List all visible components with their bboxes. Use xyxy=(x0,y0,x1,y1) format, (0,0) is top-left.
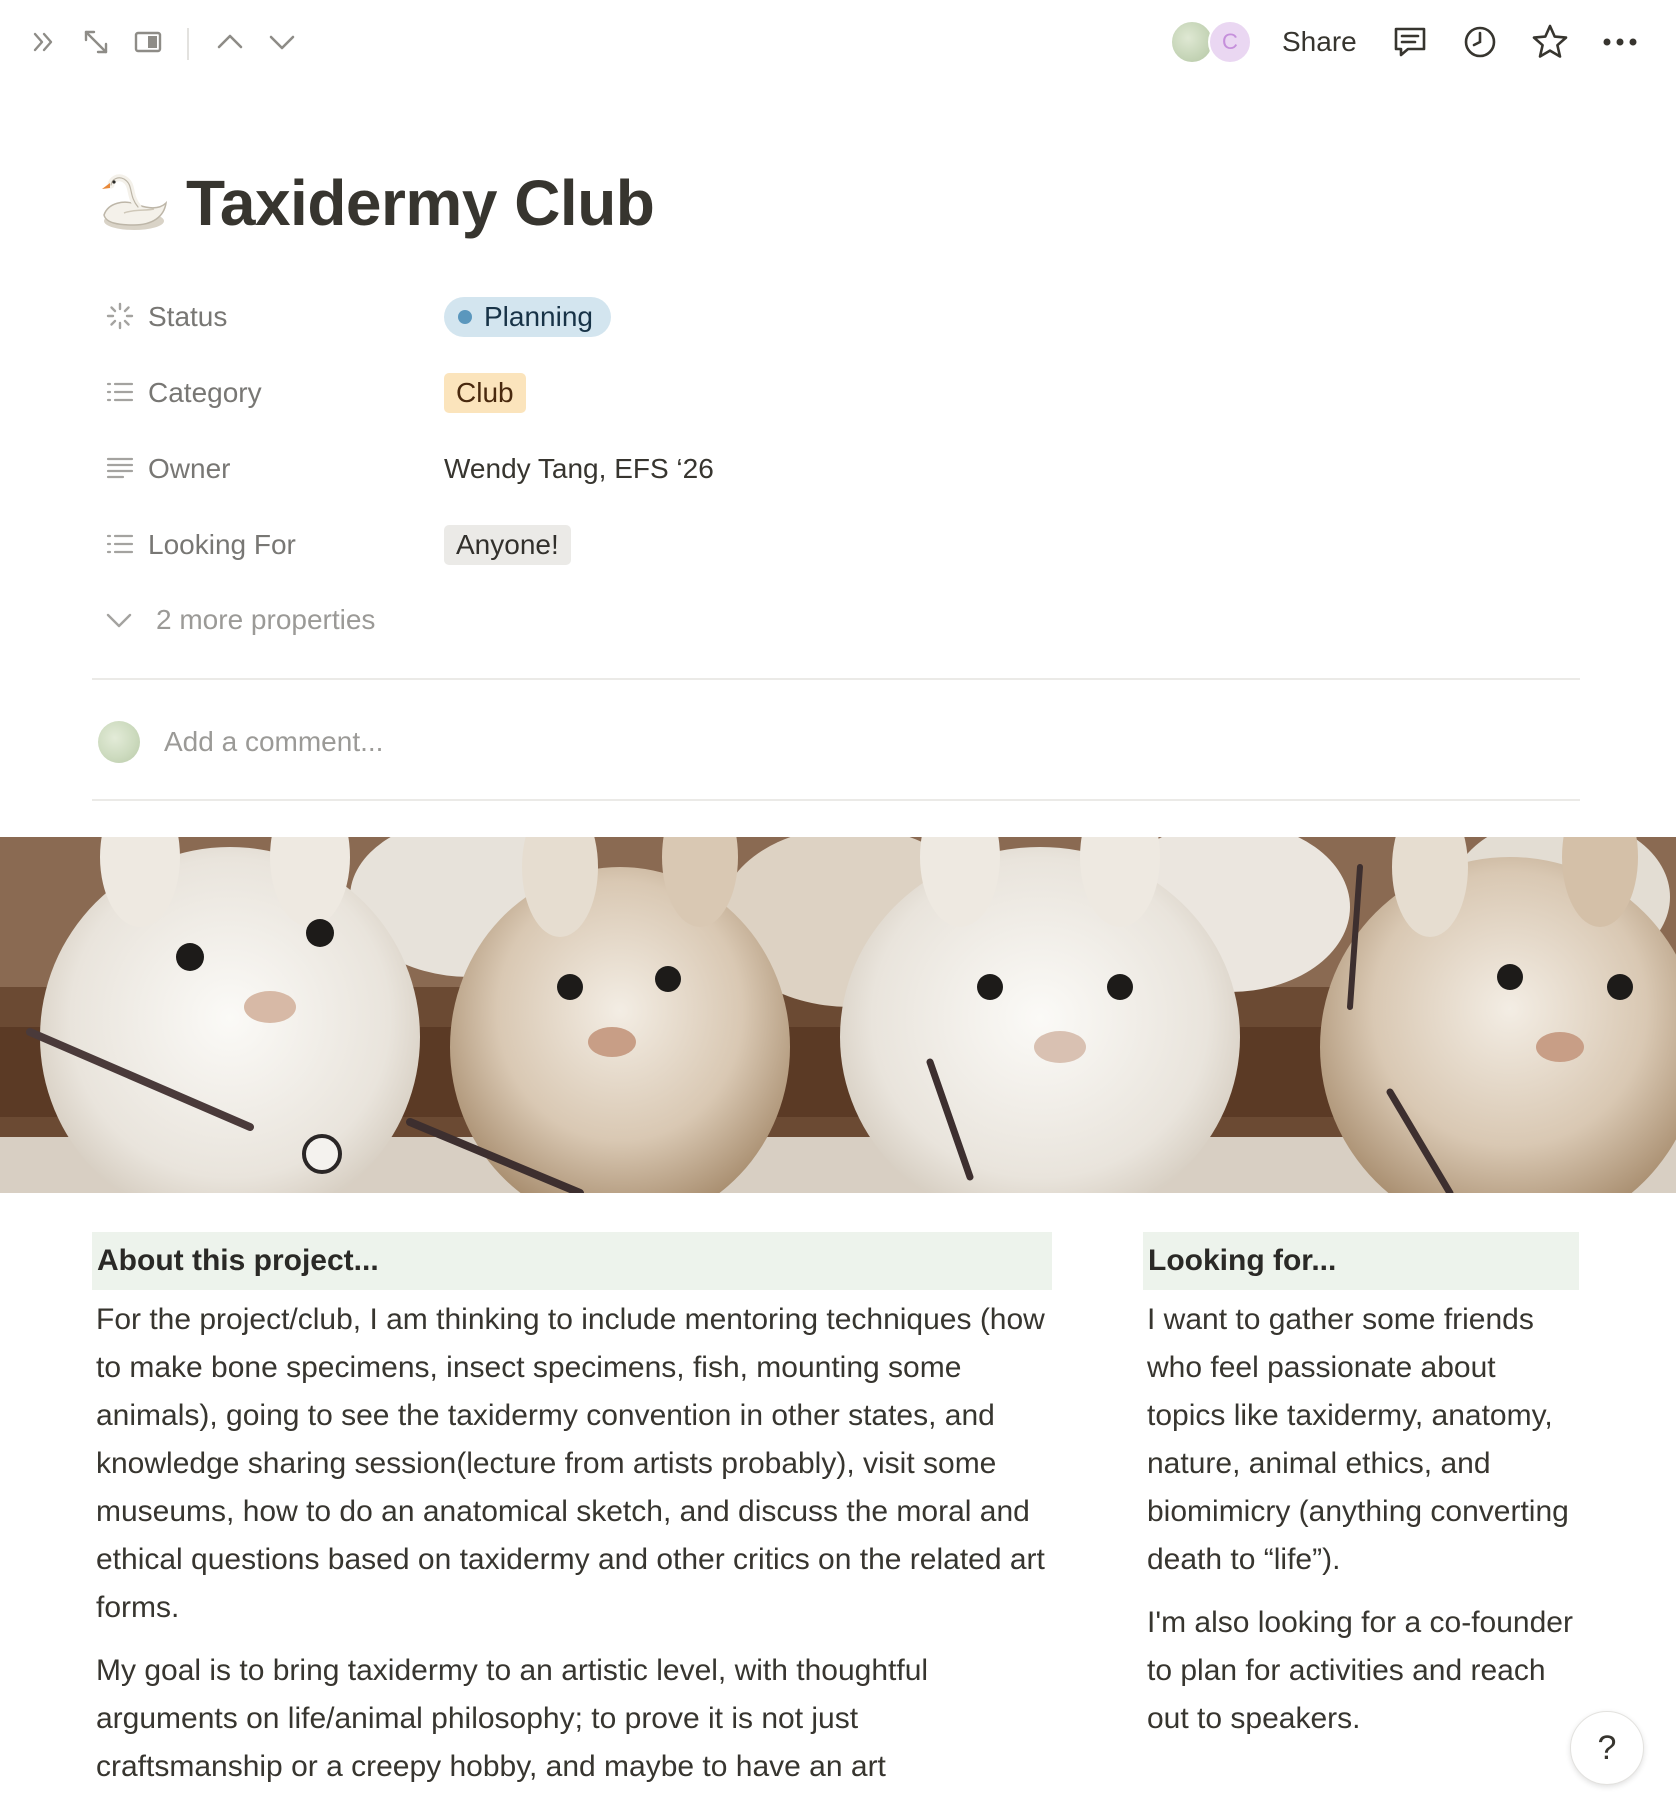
about-paragraph[interactable]: My goal is to bring taxidermy to an arti… xyxy=(92,1647,1052,1791)
side-peek-icon[interactable] xyxy=(128,22,168,62)
more-icon[interactable] xyxy=(1600,22,1640,62)
comment-input[interactable]: Add a comment... xyxy=(164,726,383,758)
more-properties-label: 2 more properties xyxy=(156,604,376,635)
looking-for-paragraph[interactable]: I'm also looking for a co-founder to pla… xyxy=(1143,1599,1579,1743)
cover-image xyxy=(0,837,1676,1193)
swan-icon[interactable] xyxy=(94,165,170,241)
status-badge[interactable]: Planning xyxy=(444,297,611,337)
share-button[interactable]: Share xyxy=(1272,22,1367,62)
looking-for-column: Looking for... I want to gather some fri… xyxy=(1143,1232,1579,1743)
status-label: Planning xyxy=(484,301,593,332)
property-value[interactable]: Planning xyxy=(444,290,611,344)
status-icon xyxy=(104,300,136,332)
divider xyxy=(92,799,1580,801)
properties-panel: Status Planning Category Club Owner Wend… xyxy=(94,280,1580,660)
property-looking-for: Looking For Anyone! xyxy=(94,508,1580,584)
comment-composer: Add a comment... xyxy=(98,718,1578,766)
looking-for-tag[interactable]: Anyone! xyxy=(444,525,571,565)
comments-icon[interactable] xyxy=(1390,22,1430,62)
property-label[interactable]: Owner xyxy=(148,452,230,486)
category-tag[interactable]: Club xyxy=(444,373,526,413)
chevron-down-icon xyxy=(106,613,132,628)
collaborator-avatars[interactable]: C xyxy=(1168,18,1256,66)
property-label[interactable]: Category xyxy=(148,376,262,410)
list-icon xyxy=(104,376,136,408)
looking-for-heading[interactable]: Looking for... xyxy=(1143,1232,1579,1290)
more-properties-toggle[interactable]: 2 more properties xyxy=(104,604,375,636)
property-label[interactable]: Status xyxy=(148,300,227,334)
status-dot xyxy=(458,310,472,324)
list-icon xyxy=(104,528,136,560)
property-value[interactable]: Anyone! xyxy=(444,518,571,572)
page-header: Taxidermy Club xyxy=(94,158,655,248)
about-column: About this project... For the project/cl… xyxy=(92,1232,1052,1791)
looking-for-paragraph[interactable]: I want to gather some friends who feel p… xyxy=(1143,1296,1579,1584)
property-category: Category Club xyxy=(94,356,1580,432)
toolbar-divider xyxy=(187,28,189,60)
property-status: Status Planning xyxy=(94,280,1580,356)
topbar: C Share xyxy=(0,0,1676,86)
about-paragraph[interactable]: For the project/club, I am thinking to i… xyxy=(92,1296,1052,1632)
chevron-down-icon[interactable] xyxy=(262,22,302,62)
avatar: C xyxy=(1208,20,1252,64)
property-owner: Owner Wendy Tang, EFS ‘26 xyxy=(94,432,1580,508)
about-heading[interactable]: About this project... xyxy=(92,1232,1052,1290)
history-icon[interactable] xyxy=(1460,22,1500,62)
chevron-up-icon[interactable] xyxy=(210,22,250,62)
help-button[interactable]: ? xyxy=(1570,1711,1644,1785)
avatar xyxy=(98,721,140,763)
property-value[interactable]: Club xyxy=(444,366,526,420)
star-icon[interactable] xyxy=(1530,22,1570,62)
text-icon xyxy=(104,452,136,484)
divider xyxy=(92,678,1580,680)
sidebar-expand-icon[interactable] xyxy=(24,22,64,62)
property-label[interactable]: Looking For xyxy=(148,528,296,562)
more-properties-row: 2 more properties xyxy=(94,584,1580,660)
owner-value[interactable]: Wendy Tang, EFS ‘26 xyxy=(444,442,714,496)
fullscreen-icon[interactable] xyxy=(76,22,116,62)
page-title[interactable]: Taxidermy Club xyxy=(186,166,655,240)
